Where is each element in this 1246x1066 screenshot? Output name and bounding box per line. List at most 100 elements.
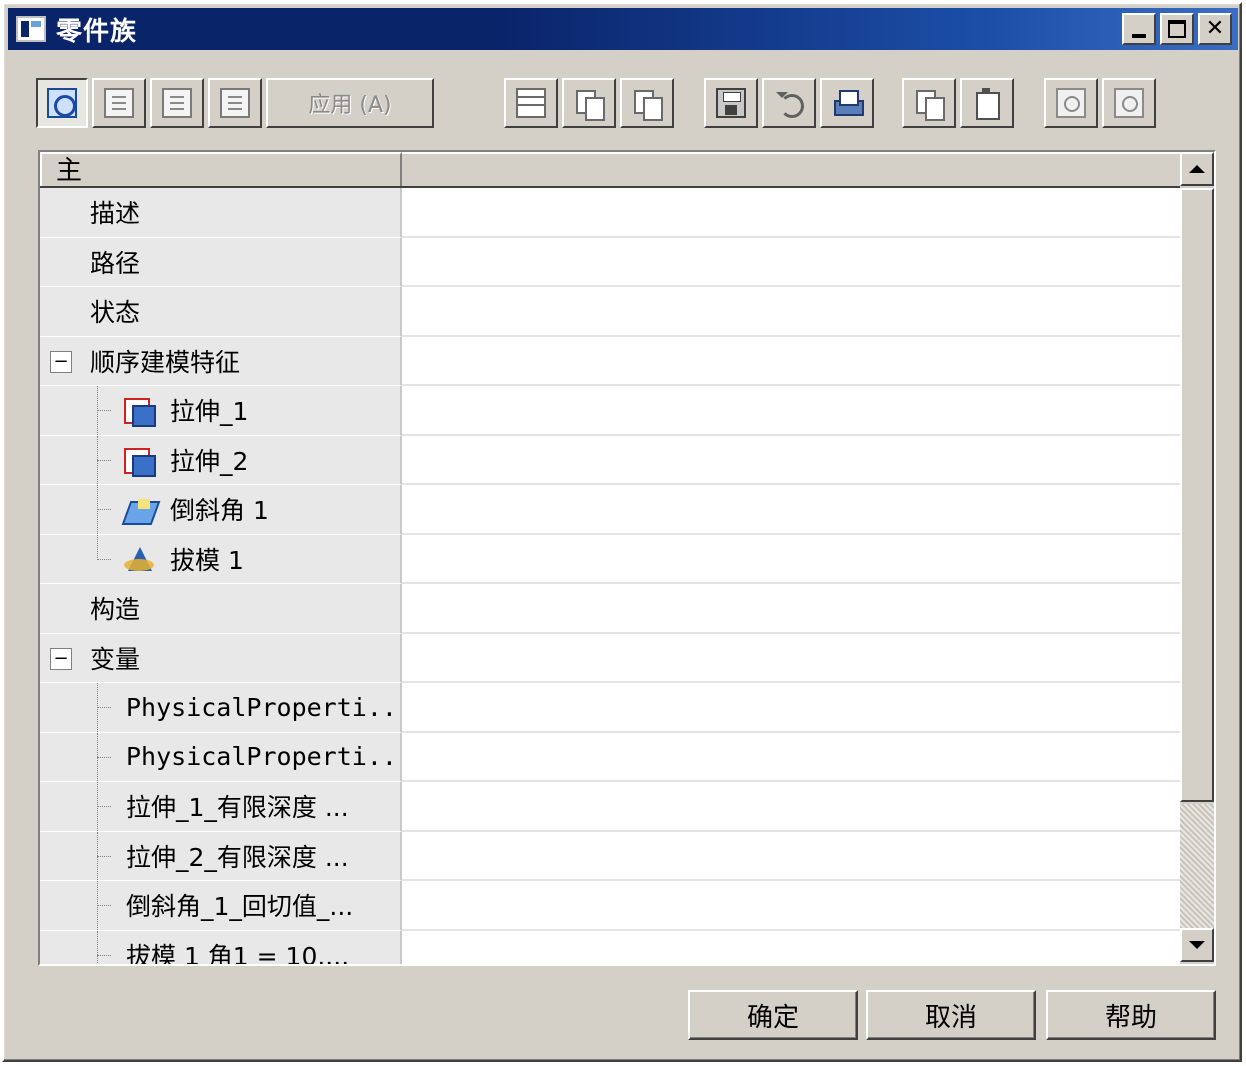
scroll-thumb[interactable]: [1180, 188, 1214, 802]
row-construction[interactable]: 构造: [40, 584, 1180, 634]
active-view-button[interactable]: [36, 78, 88, 128]
undo-button[interactable]: [762, 78, 816, 128]
edit-member-button[interactable]: [150, 78, 204, 128]
copy-member-button[interactable]: [562, 78, 616, 128]
collapse-toggle[interactable]: −: [50, 647, 72, 670]
row-feature-draft[interactable]: 拔模 1: [40, 534, 1180, 584]
row-variables[interactable]: − 变量: [40, 633, 1180, 683]
paste-member-button[interactable]: [620, 78, 674, 128]
maximize-icon: [1168, 20, 1186, 38]
tree-line: [97, 954, 111, 956]
title-bar[interactable]: 零件族 ✕: [8, 8, 1238, 50]
tree-line: [97, 534, 98, 560]
tree-line: [97, 558, 111, 560]
row-label-cell: 拔模 1: [40, 534, 402, 584]
vertical-scrollbar[interactable]: [1180, 152, 1214, 964]
row-variable[interactable]: PhysicalProperti...: [40, 732, 1180, 782]
row-value-cell[interactable]: [402, 287, 1180, 337]
row-value-cell[interactable]: [402, 930, 1180, 964]
row-label-cell: − 顺序建模特征: [40, 336, 402, 386]
row-value-cell[interactable]: [402, 534, 1180, 584]
row-label-cell: 拔模 1 角1 = 10....: [40, 930, 402, 964]
row-value-cell[interactable]: [402, 188, 1180, 238]
row-variable[interactable]: PhysicalProperti...: [40, 683, 1180, 733]
row-variable[interactable]: 拉伸_1_有限深度 ...: [40, 782, 1180, 832]
paste-from-clipboard-button[interactable]: [960, 78, 1014, 128]
row-value-cell[interactable]: [402, 584, 1180, 634]
print-icon: [832, 88, 864, 118]
row-label: 顺序建模特征: [90, 347, 241, 377]
row-description[interactable]: 描述: [40, 188, 1180, 238]
row-variable[interactable]: 拉伸_2_有限深度 ...: [40, 831, 1180, 881]
tree-line: [97, 806, 111, 807]
close-button[interactable]: ✕: [1198, 13, 1232, 45]
row-status[interactable]: 状态: [40, 287, 1180, 337]
row-path[interactable]: 路径: [40, 237, 1180, 287]
row-feature-extrude-1[interactable]: 拉伸_1: [40, 386, 1180, 436]
clipboard-copy-icon: [914, 88, 945, 121]
copy-icon: [574, 88, 605, 121]
minimize-button[interactable]: [1122, 13, 1156, 45]
delete-member-button[interactable]: [208, 78, 262, 128]
tree-line: [97, 855, 111, 857]
chamfer-icon: [124, 495, 154, 523]
collapse-toggle[interactable]: −: [50, 350, 72, 373]
options-button[interactable]: [1044, 78, 1098, 128]
row-value-cell[interactable]: [402, 782, 1180, 832]
row-label: PhysicalProperti...: [126, 742, 402, 772]
document-icon: [104, 88, 134, 118]
row-value-cell[interactable]: [402, 237, 1180, 287]
scroll-up-button[interactable]: [1180, 152, 1214, 186]
scroll-track[interactable]: [1180, 804, 1214, 928]
row-ordered-features[interactable]: − 顺序建模特征: [40, 336, 1180, 386]
grid-rows: 描述 路径 状态 − 顺序建模特征 拉伸_1 拉伸_2 倒斜角 1 拔模 1 构…: [40, 188, 1180, 964]
row-value-cell[interactable]: [402, 386, 1180, 436]
new-member-button[interactable]: [92, 78, 146, 128]
scroll-down-button[interactable]: [1180, 928, 1214, 962]
options-icon: [1056, 88, 1086, 118]
header-main[interactable]: 主: [40, 152, 402, 186]
row-label: PhysicalProperti...: [126, 692, 402, 722]
print-button[interactable]: [820, 78, 874, 128]
row-variable[interactable]: 拔模 1 角1 = 10....: [40, 930, 1180, 964]
tree-line: [97, 459, 111, 461]
row-value-cell[interactable]: [402, 732, 1180, 782]
row-value-cell[interactable]: [402, 435, 1180, 485]
grid-header: 主: [40, 152, 1180, 188]
copy-to-clipboard-button[interactable]: [902, 78, 956, 128]
arrow-up-icon: [1189, 165, 1205, 173]
cancel-button[interactable]: 取消: [866, 990, 1036, 1040]
info-button[interactable]: [1102, 78, 1156, 128]
row-label: 拔模 1 角1 = 10....: [126, 941, 350, 964]
row-value-cell[interactable]: [402, 831, 1180, 881]
row-value-cell[interactable]: [402, 633, 1180, 683]
row-label: 路径: [40, 237, 402, 287]
header-value[interactable]: [402, 152, 1180, 186]
row-feature-chamfer[interactable]: 倒斜角 1: [40, 485, 1180, 535]
window-app-icon: [16, 16, 46, 42]
row-label: 拉伸_1_有限深度 ...: [126, 793, 349, 823]
paste-icon: [632, 88, 663, 121]
tree-line: [97, 509, 111, 510]
row-label: 拉伸_1: [170, 397, 249, 427]
row-variable[interactable]: 倒斜角_1_回切值_...: [40, 881, 1180, 931]
select-table-button[interactable]: [504, 78, 558, 128]
row-value-cell[interactable]: [402, 336, 1180, 386]
row-label-cell: 倒斜角 1: [40, 485, 402, 535]
active-view-icon: [47, 88, 77, 118]
save-icon: [716, 88, 746, 118]
apply-button[interactable]: 应用 (A): [266, 78, 434, 128]
row-value-cell[interactable]: [402, 485, 1180, 535]
help-button[interactable]: 帮助: [1046, 990, 1216, 1040]
row-label: 变量: [90, 644, 141, 674]
save-button[interactable]: [704, 78, 758, 128]
maximize-button[interactable]: [1160, 13, 1194, 45]
row-value-cell[interactable]: [402, 683, 1180, 733]
draft-icon: [124, 545, 154, 573]
row-feature-extrude-2[interactable]: 拉伸_2: [40, 435, 1180, 485]
row-value-cell[interactable]: [402, 881, 1180, 931]
tree-line: [97, 410, 111, 411]
arrow-down-icon: [1189, 941, 1205, 949]
undo-icon: [774, 88, 804, 118]
ok-button[interactable]: 确定: [688, 990, 858, 1040]
